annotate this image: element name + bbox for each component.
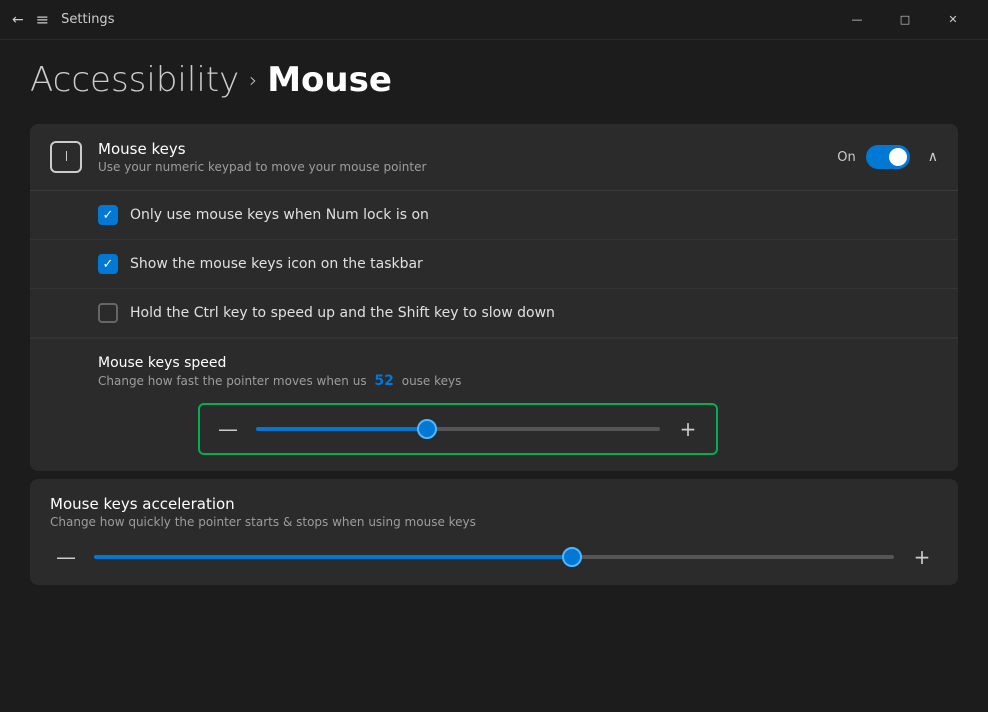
taskbar-label: Show the mouse keys icon on the taskbar: [130, 256, 423, 272]
mouse-icon: [50, 141, 82, 173]
window-controls: — □ ✕: [834, 4, 976, 36]
toggle-thumb: [889, 148, 907, 166]
toggle-container: On ∧: [837, 145, 938, 169]
breadcrumb-accessibility[interactable]: Accessibility: [30, 60, 239, 100]
menu-button[interactable]: ≡: [36, 10, 49, 29]
speed-slider-container: — +: [198, 403, 718, 455]
close-button[interactable]: ✕: [930, 4, 976, 36]
minimize-button[interactable]: —: [834, 4, 880, 36]
numlock-row: ✓ Only use mouse keys when Num lock is o…: [30, 191, 958, 240]
mousekeys-toggle[interactable]: [866, 145, 910, 169]
speed-decrease-button[interactable]: —: [212, 413, 244, 445]
speed-slider[interactable]: [256, 427, 660, 431]
mousekeys-description: Use your numeric keypad to move your mou…: [98, 160, 821, 174]
acceleration-title: Mouse keys acceleration: [50, 495, 938, 513]
speed-desc-before: Change how fast the pointer moves when u…: [98, 374, 367, 388]
expand-chevron-icon[interactable]: ∧: [928, 149, 938, 165]
numlock-label: Only use mouse keys when Num lock is on: [130, 207, 429, 223]
acceleration-increase-button[interactable]: +: [906, 545, 938, 569]
back-button[interactable]: ←: [12, 12, 24, 28]
main-content: Accessibility › Mouse Mouse keys Use you…: [0, 40, 988, 712]
breadcrumb-current-page: Mouse: [267, 60, 392, 100]
window-title: Settings: [61, 12, 822, 27]
acceleration-description: Change how quickly the pointer starts & …: [50, 515, 938, 529]
ctrlshift-row: Hold the Ctrl key to speed up and the Sh…: [30, 289, 958, 338]
breadcrumb: Accessibility › Mouse: [30, 60, 958, 100]
speed-title: Mouse keys speed: [98, 355, 938, 371]
acceleration-slider-row: — +: [50, 545, 938, 569]
mouse-icon-body: [66, 151, 67, 161]
speed-value: 52: [374, 373, 393, 389]
taskbar-row: ✓ Show the mouse keys icon on the taskba…: [30, 240, 958, 289]
maximize-button[interactable]: □: [882, 4, 928, 36]
mousekeys-text: Mouse keys Use your numeric keypad to mo…: [98, 140, 821, 174]
taskbar-checkbox[interactable]: ✓: [98, 254, 118, 274]
speed-increase-button[interactable]: +: [672, 413, 704, 445]
titlebar: ← ≡ Settings — □ ✕: [0, 0, 988, 40]
ctrlshift-checkbox[interactable]: [98, 303, 118, 323]
acceleration-section: Mouse keys acceleration Change how quick…: [30, 479, 958, 585]
speed-section: Mouse keys speed Change how fast the poi…: [30, 338, 958, 471]
checkmark-icon: ✓: [103, 209, 114, 222]
expanded-content: ✓ Only use mouse keys when Num lock is o…: [30, 190, 958, 471]
toggle-label: On: [837, 150, 855, 165]
speed-desc-after: ouse keys: [402, 374, 462, 388]
speed-description: Change how fast the pointer moves when u…: [98, 373, 938, 389]
acceleration-slider[interactable]: [94, 555, 894, 559]
mousekeys-title: Mouse keys: [98, 140, 821, 158]
mousekeys-header[interactable]: Mouse keys Use your numeric keypad to mo…: [30, 124, 958, 190]
breadcrumb-chevron-icon: ›: [249, 68, 257, 92]
mousekeys-card: Mouse keys Use your numeric keypad to mo…: [30, 124, 958, 471]
ctrlshift-label: Hold the Ctrl key to speed up and the Sh…: [130, 305, 555, 321]
acceleration-decrease-button[interactable]: —: [50, 545, 82, 569]
checkmark-icon: ✓: [103, 258, 114, 271]
numlock-checkbox[interactable]: ✓: [98, 205, 118, 225]
